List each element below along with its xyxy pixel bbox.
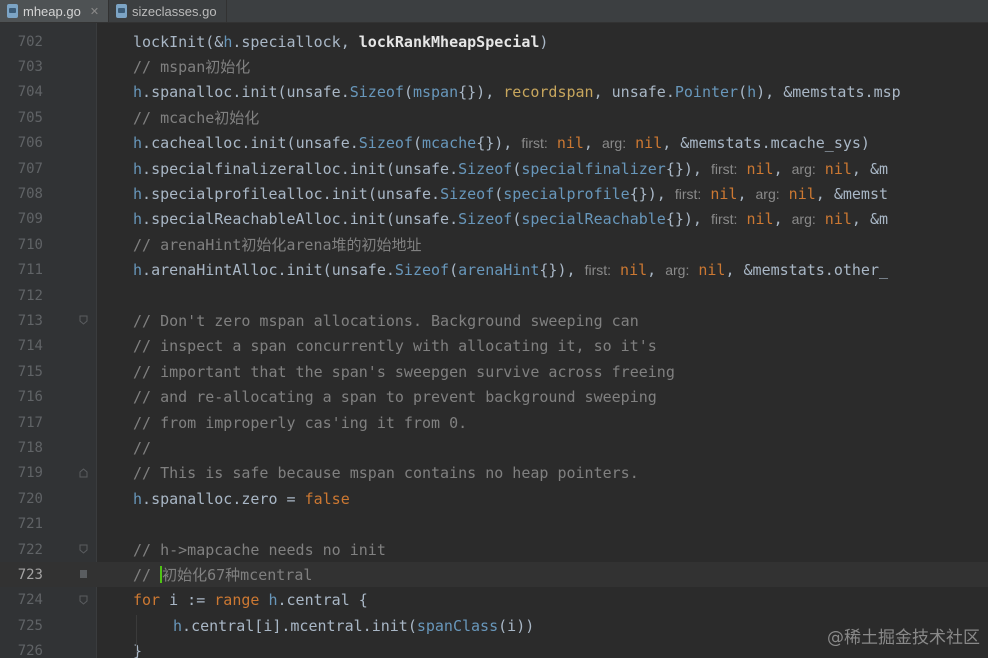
code-text: // xyxy=(133,438,152,457)
line-number: 718 xyxy=(17,439,43,456)
code-text: // This is safe because mspan contains n… xyxy=(133,464,639,483)
code-text: // mcache初始化 xyxy=(133,109,260,128)
go-file-icon xyxy=(116,4,128,18)
code-text: // inspect a span concurrently with allo… xyxy=(133,337,657,356)
code-line[interactable]: 703 // mspan初始化 xyxy=(0,54,988,79)
code-line[interactable]: 708 h.specialprofilealloc.init(unsafe.Siz… xyxy=(0,181,988,206)
code-line[interactable]: 715 // important that the span's sweepgen… xyxy=(0,359,988,384)
code-text: // and re-allocating a span to prevent b… xyxy=(133,388,657,407)
code-text: h.spanalloc.zero = false xyxy=(133,489,350,508)
line-number: 708 xyxy=(17,185,43,202)
line-number: 725 xyxy=(17,617,43,634)
code-line[interactable]: 710 // arenaHint初始化arena堆的初始地址 xyxy=(0,232,988,257)
line-number: 713 xyxy=(17,312,43,329)
code-line[interactable]: 722 // h->mapcache needs no init xyxy=(0,537,988,562)
code-line[interactable]: 713 // Don't zero mspan allocations. Back… xyxy=(0,308,988,333)
code-line[interactable]: 718 // xyxy=(0,435,988,460)
code-line[interactable]: 719 // This is safe because mspan contain… xyxy=(0,461,988,486)
line-number: 722 xyxy=(17,541,43,558)
code-line[interactable]: 702 lockInit(&h.speciallock, lockRankMhea… xyxy=(0,29,988,54)
code-text: h.spanalloc.init(unsafe.Sizeof(mspan{}),… xyxy=(133,83,901,102)
code-editor[interactable]: 702 lockInit(&h.speciallock, lockRankMhea… xyxy=(0,23,988,658)
code-text: // mspan初始化 xyxy=(133,58,251,77)
code-text: h.cachealloc.init(unsafe.Sizeof(mcache{}… xyxy=(133,134,870,153)
fold-marker-icon[interactable] xyxy=(79,468,88,478)
code-line[interactable]: 721 xyxy=(0,512,988,537)
line-number: 703 xyxy=(17,58,43,75)
line-number: 717 xyxy=(17,414,43,431)
fold-marker-icon[interactable] xyxy=(79,569,88,579)
go-file-icon xyxy=(7,4,18,18)
code-text: // from improperly cas'ing it from 0. xyxy=(133,413,468,432)
code-line[interactable]: 711 h.arenaHintAlloc.init(unsafe.Sizeof(a… xyxy=(0,258,988,283)
code-text: h.arenaHintAlloc.init(unsafe.Sizeof(aren… xyxy=(133,261,889,280)
code-line[interactable]: 712 xyxy=(0,283,988,308)
code-line[interactable]: 724 for i := range h.central { xyxy=(0,588,988,613)
line-number: 719 xyxy=(17,465,43,482)
code-text: // important that the span's sweepgen su… xyxy=(133,362,675,381)
tab-mheap-go[interactable]: mheap.go ✕ xyxy=(0,0,110,22)
line-number: 702 xyxy=(17,33,43,50)
code-line[interactable]: 720 h.spanalloc.zero = false xyxy=(0,486,988,511)
line-number: 709 xyxy=(17,211,43,228)
code-text: for i := range h.central { xyxy=(133,591,368,610)
line-number: 706 xyxy=(17,135,43,152)
close-icon[interactable]: ✕ xyxy=(90,5,99,18)
fold-marker-icon[interactable] xyxy=(79,595,88,605)
tab-label: sizeclasses.go xyxy=(132,3,217,19)
line-number: 710 xyxy=(17,236,43,253)
code-line[interactable]: 723 // 初始化67种mcentral xyxy=(0,562,988,588)
editor-tab-bar: mheap.go ✕ sizeclasses.go xyxy=(0,0,988,23)
tab-sizeclasses-go[interactable]: sizeclasses.go xyxy=(109,0,227,22)
code-text: h.specialprofilealloc.init(unsafe.Sizeof… xyxy=(133,184,889,203)
watermark: @稀土掘金技术社区 xyxy=(827,628,980,648)
line-number: 723 xyxy=(17,566,43,583)
line-number: 707 xyxy=(17,160,43,177)
code-text: } xyxy=(133,642,143,658)
tab-label: mheap.go xyxy=(23,3,81,19)
code-line[interactable]: 717 // from improperly cas'ing it from 0. xyxy=(0,410,988,435)
code-line[interactable]: 709 h.specialReachableAlloc.init(unsafe.S… xyxy=(0,207,988,232)
line-number: 705 xyxy=(17,109,43,126)
line-number: 720 xyxy=(17,490,43,507)
code-line[interactable]: 705 // mcache初始化 xyxy=(0,105,988,130)
code-text: h.specialReachableAlloc.init(unsafe.Size… xyxy=(133,210,889,229)
code-text: // arenaHint初始化arena堆的初始地址 xyxy=(133,236,422,255)
line-number: 721 xyxy=(17,516,43,533)
code-line[interactable]: 706 h.cachealloc.init(unsafe.Sizeof(mcach… xyxy=(0,131,988,156)
line-number: 724 xyxy=(17,592,43,609)
code-line[interactable]: 716 // and re-allocating a span to preven… xyxy=(0,385,988,410)
code-line[interactable]: 707 h.specialfinalizeralloc.init(unsafe.S… xyxy=(0,156,988,181)
code-line[interactable]: 714 // inspect a span concurrently with a… xyxy=(0,334,988,359)
text-caret xyxy=(160,566,163,584)
fold-marker-icon[interactable] xyxy=(79,544,88,554)
line-number: 704 xyxy=(17,84,43,101)
indent-guide xyxy=(136,615,137,656)
code-text: // 初始化67种mcentral xyxy=(133,566,313,585)
line-number: 714 xyxy=(17,338,43,355)
code-text: h.central[i].mcentral.init(spanClass(i)) xyxy=(173,616,535,635)
line-number: 715 xyxy=(17,363,43,380)
code-text: // Don't zero mspan allocations. Backgro… xyxy=(133,311,639,330)
line-number: 726 xyxy=(17,643,43,658)
fold-marker-icon[interactable] xyxy=(79,315,88,326)
line-number: 712 xyxy=(17,287,43,304)
line-number: 711 xyxy=(17,262,43,279)
line-number: 716 xyxy=(17,389,43,406)
code-text: // h->mapcache needs no init xyxy=(133,540,386,559)
code-text: lockInit(&h.speciallock, lockRankMheapSp… xyxy=(133,32,549,51)
code-line[interactable]: 704 h.spanalloc.init(unsafe.Sizeof(mspan{… xyxy=(0,80,988,105)
code-text: h.specialfinalizeralloc.init(unsafe.Size… xyxy=(133,159,889,178)
